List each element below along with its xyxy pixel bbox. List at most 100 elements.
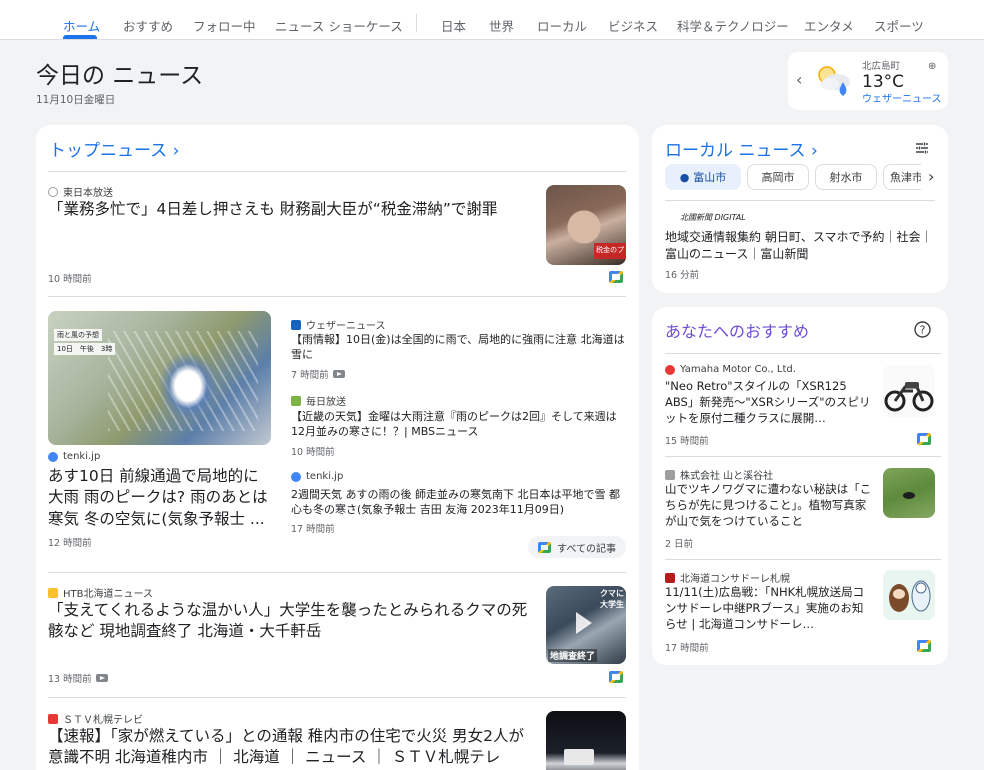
- article-headline[interactable]: 【近畿の天気】金曜は大雨注意『雨のピークは2回』そして来週は12月並みの寒さに！…: [291, 409, 626, 439]
- article-source[interactable]: 東日本放送: [48, 184, 113, 199]
- article-headline[interactable]: 地域交通情報集約 朝日町、スマホで予約｜社会｜富山のニュース｜富山新聞: [665, 229, 935, 262]
- article-source[interactable]: HTB北海道ニュース: [48, 585, 153, 600]
- thumbnail-caption: 税金のプ: [594, 243, 626, 259]
- tab-business[interactable]: ビジネス: [608, 16, 658, 35]
- weather-source-link[interactable]: ウェザーニュース: [862, 90, 942, 105]
- tab-for-you[interactable]: おすすめ: [123, 16, 173, 35]
- divider: [665, 456, 941, 457]
- tab-world[interactable]: 世界: [489, 16, 514, 35]
- article-headline[interactable]: 山でツキノワグマに遭わない秘訣は「こちらが先に見つけること」。植物写真家が山で気…: [665, 482, 875, 530]
- article-source[interactable]: tenki.jp: [48, 451, 100, 462]
- play-icon: [576, 612, 592, 634]
- article-headline[interactable]: 【雨情報】10日(金)は全国的に雨で、局地的に強雨に注意 北海道は雪に: [291, 332, 626, 362]
- source-logo-icon: [665, 469, 675, 480]
- full-coverage-icon[interactable]: [609, 671, 623, 683]
- location-target-icon[interactable]: ⊕: [928, 61, 936, 72]
- location-pin-icon: ●: [679, 170, 690, 184]
- article-thumbnail[interactable]: 税金のプ: [546, 185, 626, 265]
- weather-location: 北広島町: [862, 61, 901, 72]
- partly-cloudy-rain-icon: [818, 66, 850, 96]
- source-logo-icon: [48, 713, 58, 724]
- chevron-right-icon: ›: [810, 141, 818, 161]
- full-coverage-icon[interactable]: [609, 271, 623, 283]
- source-logo-icon: [665, 572, 675, 583]
- tab-sports[interactable]: スポーツ: [874, 16, 924, 35]
- weather-temperature: 13°C: [862, 72, 905, 92]
- thumbnail-caption: 地調査終了: [548, 649, 598, 662]
- chip-toyama[interactable]: ● 富山市: [665, 164, 741, 190]
- article-source[interactable]: 毎日放送: [291, 393, 346, 408]
- divider: [665, 200, 935, 201]
- article-time: 12 時間前: [48, 538, 92, 549]
- page-title: 今日の ニュース: [36, 63, 204, 89]
- local-news-card: ローカル ニュース › ● 富山市 高岡市 射水市 魚津市 › 北國新聞 DIGI…: [652, 125, 948, 293]
- recommended-title: あなたへのおすすめ: [665, 322, 810, 341]
- article-headline[interactable]: 2週間天気 あすの雨の後 師走並みの寒気南下 北日本は平地で雪 都心も冬の寒さ(…: [291, 487, 626, 517]
- tab-news-showcase[interactable]: ニュース ショーケース: [275, 16, 403, 35]
- article-time: 15 時間前: [665, 436, 709, 447]
- source-logo-icon: [291, 319, 301, 330]
- help-icon[interactable]: ?: [914, 321, 931, 338]
- top-navigation: ホーム おすすめ フォロー中 ニュース ショーケース 日本 世界 ローカル ビジ…: [0, 0, 984, 40]
- page-date: 11月10日金曜日: [36, 94, 116, 106]
- article-headline[interactable]: 11/11(土)広島戦：「NHK札幌放送局コンサドーレ中継PRブース」実施のお知…: [665, 585, 871, 633]
- article-time: 13 時間前: [48, 671, 108, 685]
- chip-uozu[interactable]: 魚津市: [883, 164, 921, 190]
- article-source[interactable]: tenki.jp: [291, 471, 343, 482]
- chip-imizu[interactable]: 射水市: [815, 164, 877, 190]
- map-label: 雨と風の予想: [54, 329, 102, 341]
- tab-japan[interactable]: 日本: [441, 16, 466, 35]
- mascot-image: [889, 580, 931, 612]
- tab-local[interactable]: ローカル: [537, 16, 587, 35]
- article-source[interactable]: 北海道コンサドーレ札幌: [665, 570, 790, 585]
- nav-divider: [416, 14, 417, 32]
- tab-science-tech[interactable]: 科学＆テクノロジー: [677, 16, 789, 35]
- article-source[interactable]: 株式会社 山と溪谷社: [665, 467, 773, 482]
- all-articles-button[interactable]: すべての記事: [528, 536, 626, 558]
- weather-widget[interactable]: ‹ 北広島町 13°C ウェザーニュース ⊕: [788, 52, 948, 110]
- full-coverage-icon[interactable]: [917, 433, 931, 445]
- article-headline[interactable]: あす10日 前線通過で局地的に大雨 雨のピークは? 雨のあとは寒気 冬の空気に(…: [48, 466, 273, 532]
- article-thumbnail[interactable]: [883, 365, 935, 417]
- top-news-title[interactable]: トップニュース ›: [49, 136, 179, 161]
- motorcycle-image: [884, 382, 934, 412]
- divider: [665, 353, 941, 354]
- tune-settings-icon[interactable]: [915, 141, 929, 155]
- local-news-title[interactable]: ローカル ニュース ›: [665, 136, 818, 161]
- top-news-card: トップニュース › 東日本放送 「業務多忙で」4日差し押さえも 財務副大臣が“税…: [36, 125, 639, 770]
- article-headline[interactable]: 「支えてくれるような温かい人」大学生を襲ったとみられるクマの死骸など 現地調査終…: [48, 600, 538, 643]
- article-thumbnail[interactable]: [883, 570, 935, 620]
- divider: [665, 559, 941, 560]
- chevron-right-icon[interactable]: ›: [928, 167, 934, 186]
- tab-home[interactable]: ホーム: [63, 16, 100, 35]
- article-time: 17 時間前: [665, 643, 709, 654]
- article-source[interactable]: ＳＴＶ札幌テレビ: [48, 711, 143, 726]
- source-logo-icon: [48, 587, 58, 598]
- article-thumbnail[interactable]: [546, 711, 626, 770]
- tab-entertainment[interactable]: エンタメ: [804, 16, 854, 35]
- active-tab-indicator: [63, 35, 97, 39]
- article-time: 2 日前: [665, 539, 694, 550]
- article-time: 10 時間前: [291, 447, 335, 458]
- divider: [48, 171, 626, 172]
- thumbnail-caption: クマに: [600, 589, 624, 598]
- article-headline[interactable]: 「業務多忙で」4日差し押さえも 財務副大臣が“税金滞納”で謝罪: [48, 199, 528, 220]
- weather-map-image[interactable]: 雨と風の予想 10日 午後 3時: [48, 311, 271, 445]
- article-thumbnail[interactable]: [883, 468, 935, 518]
- chip-takaoka[interactable]: 高岡市: [747, 164, 809, 190]
- article-thumbnail[interactable]: クマに 大学生 地調査終了: [546, 586, 626, 664]
- chevron-left-icon[interactable]: ‹: [796, 70, 802, 89]
- article-source[interactable]: Yamaha Motor Co., Ltd.: [665, 364, 796, 375]
- full-coverage-icon: [538, 541, 552, 553]
- tab-following[interactable]: フォロー中: [193, 16, 256, 35]
- article-headline[interactable]: 【速報】「家が燃えている」との通報 稚内市の住宅で火災 男女2人が意識不明 北海…: [48, 726, 538, 769]
- article-headline[interactable]: "Neo Retro"スタイルの「XSR125 ABS」新発売～"XSRシリーズ…: [665, 379, 871, 427]
- video-icon: [95, 674, 108, 682]
- article-time: 17 時間前: [291, 524, 335, 535]
- article-time: 7 時間前: [291, 367, 345, 381]
- article-time: 10 時間前: [48, 274, 92, 285]
- article-source[interactable]: 北國新聞 DIGITAL: [680, 212, 746, 223]
- article-source[interactable]: ウェザーニュース: [291, 317, 386, 332]
- full-coverage-icon[interactable]: [917, 640, 931, 652]
- source-logo-icon: [291, 395, 301, 406]
